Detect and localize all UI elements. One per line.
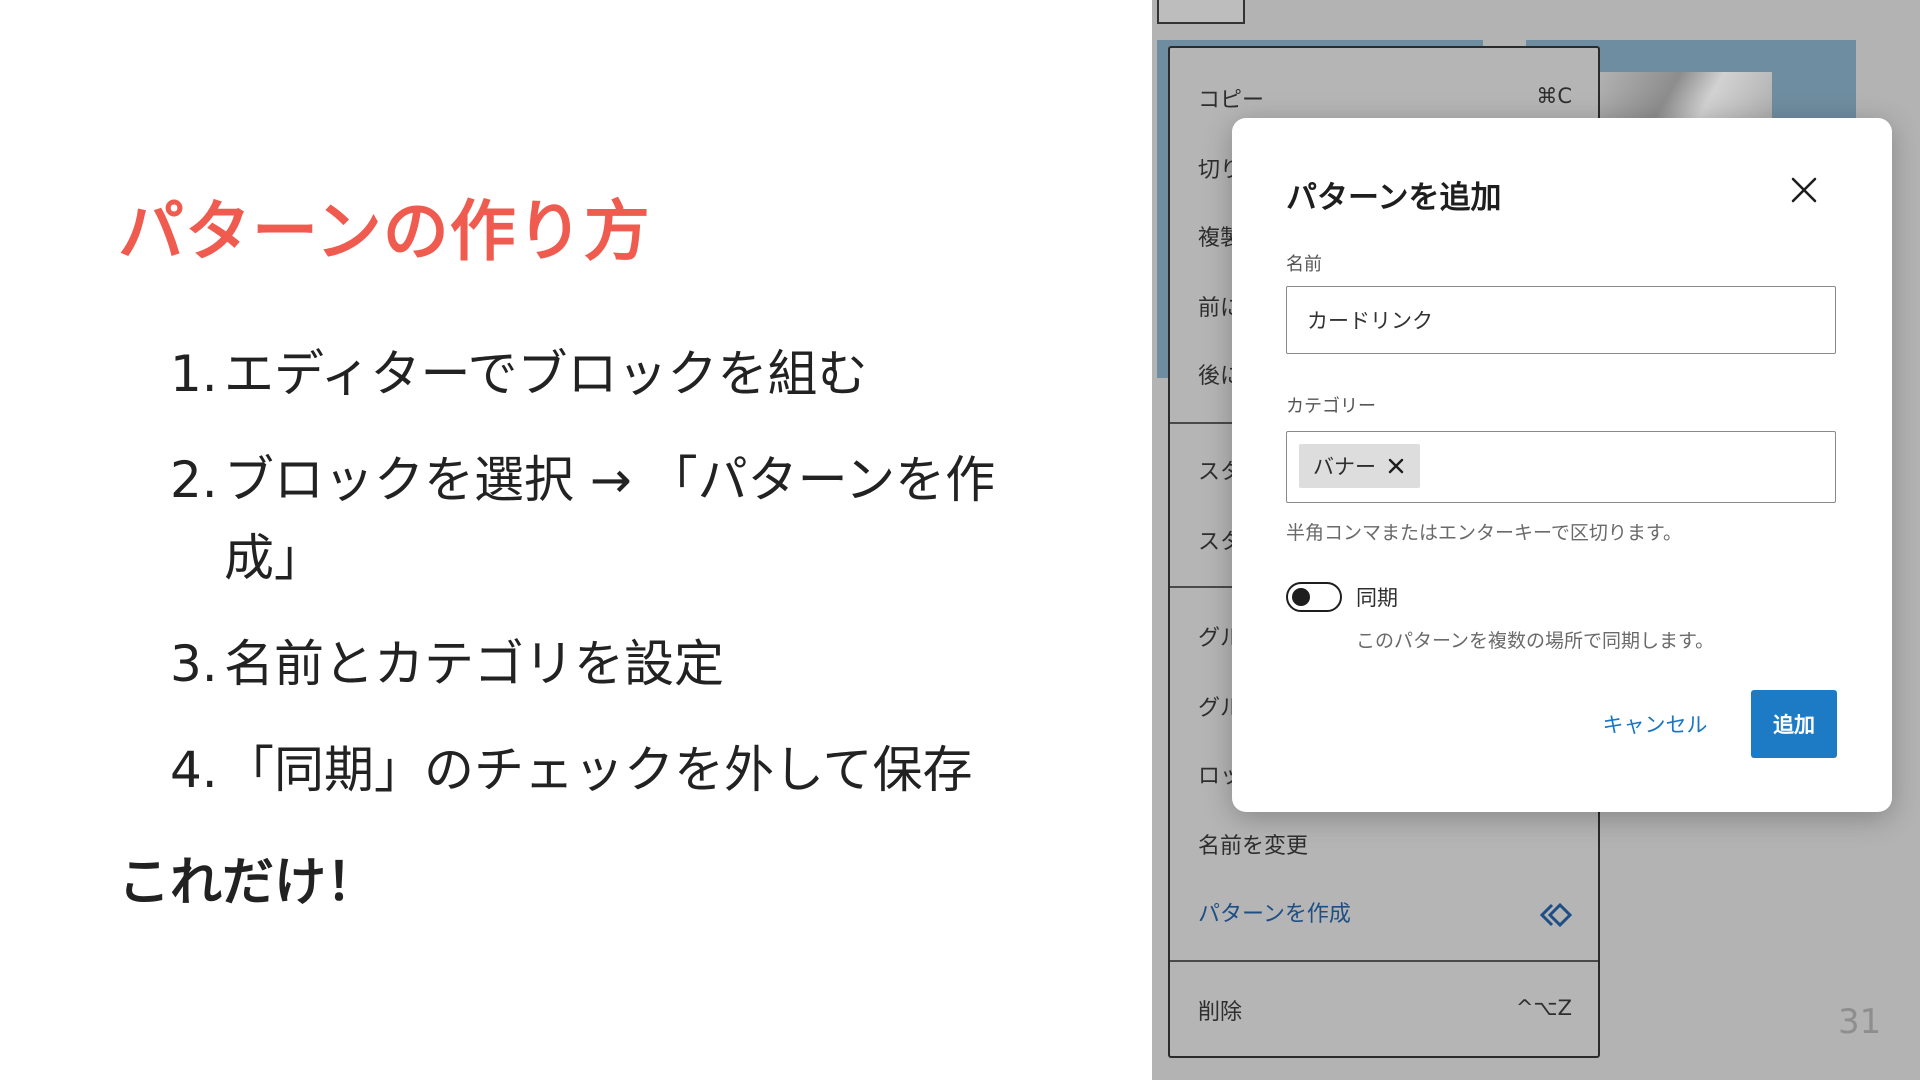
step-item: 2. ブロックを選択 → 「パターンを作成」	[170, 441, 1050, 597]
pattern-diamond-icon	[1539, 902, 1573, 928]
menu-item-delete[interactable]: 削除	[1198, 994, 1242, 1026]
slide-conclusion: これだけ！	[118, 853, 379, 913]
step-text: ブロックを選択 → 「パターンを作成」	[224, 451, 996, 587]
sync-toggle[interactable]	[1286, 582, 1342, 612]
menu-shortcut-delete: ^⌥Z	[1515, 996, 1572, 1020]
menu-shortcut-copy: ⌘C	[1536, 84, 1572, 108]
step-item: 4. 「同期」のチェックを外して保存	[170, 731, 1050, 809]
slide-title: パターンの作り方	[118, 193, 651, 270]
pattern-name-input[interactable]	[1286, 286, 1836, 354]
name-label: 名前	[1286, 254, 1322, 275]
category-chip-label: バナー	[1313, 455, 1376, 479]
step-number: 1.	[170, 345, 218, 403]
sync-help-text: このパターンを複数の場所で同期します。	[1356, 630, 1715, 652]
remove-token-icon[interactable]	[1386, 456, 1406, 476]
step-number: 2.	[170, 451, 218, 509]
close-icon[interactable]	[1784, 170, 1824, 210]
category-help-text: 半角コンマまたはエンターキーで区切ります。	[1286, 522, 1682, 544]
add-button[interactable]: 追加	[1751, 690, 1837, 758]
page-number: 31	[1838, 1002, 1882, 1042]
cancel-button[interactable]: キャンセル	[1590, 690, 1720, 758]
step-item: 3. 名前とカテゴリを設定	[170, 625, 1050, 703]
category-chip: バナー	[1299, 444, 1420, 488]
menu-item-rename[interactable]: 名前を変更	[1198, 828, 1308, 860]
step-number: 4.	[170, 741, 218, 799]
modal-title: パターンを追加	[1286, 180, 1502, 216]
step-number: 3.	[170, 635, 218, 693]
step-text: エディターでブロックを組む	[224, 345, 868, 403]
step-text: 名前とカテゴリを設定	[224, 635, 724, 693]
category-token-field[interactable]: バナー	[1286, 431, 1836, 503]
menu-item-copy[interactable]: コピー	[1198, 82, 1264, 114]
menu-divider	[1170, 960, 1598, 962]
step-item: 1. エディターでブロックを組む	[170, 335, 1050, 413]
steps-list: 1. エディターでブロックを組む 2. ブロックを選択 → 「パターンを作成」 …	[170, 335, 1050, 837]
step-text: 「同期」のチェックを外して保存	[224, 741, 973, 799]
menu-item-create-pattern[interactable]: パターンを作成	[1198, 896, 1351, 928]
toolbar-fragment	[1157, 0, 1245, 24]
toggle-knob	[1292, 588, 1310, 606]
add-pattern-modal: パターンを追加 名前 カテゴリー バナー 半角コンマまたはエンターキーで区切りま…	[1232, 118, 1892, 812]
sync-label: 同期	[1356, 586, 1398, 610]
category-label: カテゴリー	[1286, 396, 1376, 417]
slide-content: パターンの作り方 1. エディターでブロックを組む 2. ブロックを選択 → 「…	[0, 0, 1152, 1080]
